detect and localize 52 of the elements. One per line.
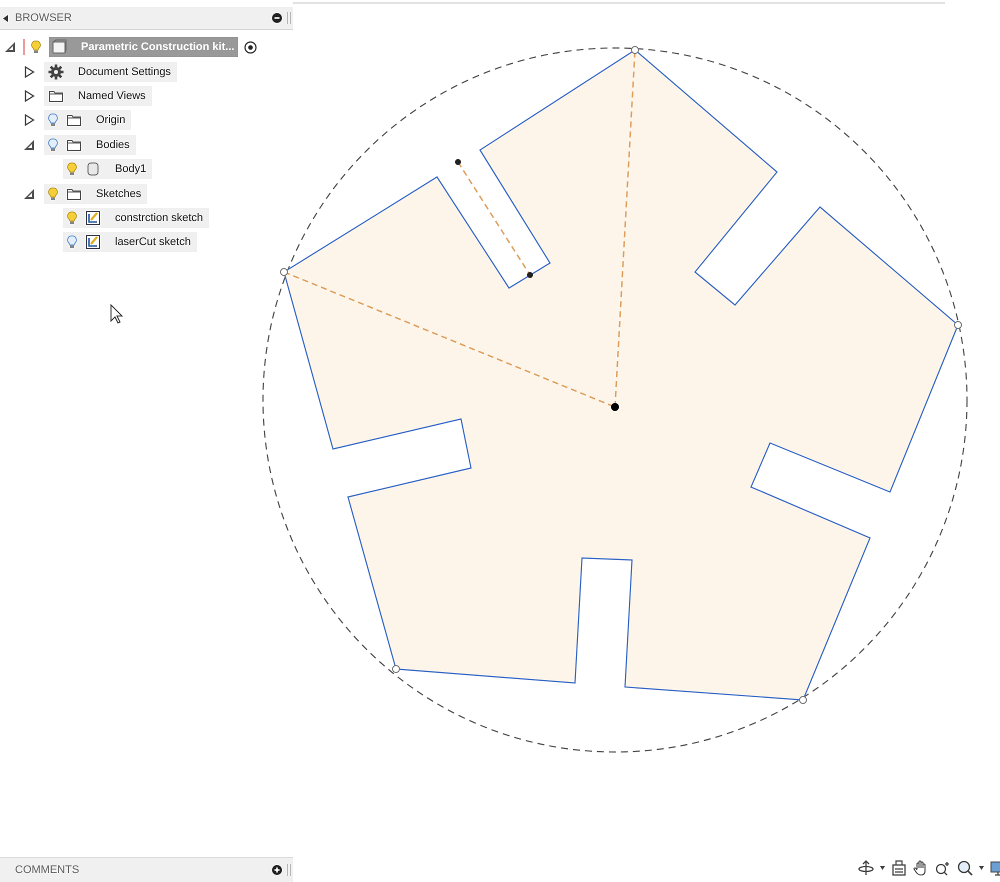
sketch-point xyxy=(527,272,533,278)
folder-icon xyxy=(66,112,82,128)
panel-title: COMMENTS xyxy=(14,864,80,876)
panel-title: BROWSER xyxy=(15,12,73,24)
zoom-window-icon[interactable] xyxy=(957,860,973,876)
sketch-icon xyxy=(85,234,101,250)
collapsed-triangle-icon[interactable] xyxy=(24,66,35,78)
center-point xyxy=(611,403,619,411)
expanded-triangle-icon[interactable] xyxy=(5,41,16,54)
collapsed-triangle-icon[interactable] xyxy=(24,90,35,102)
tree-item[interactable]: Bodies xyxy=(44,134,136,155)
mouse-cursor-icon xyxy=(110,304,124,324)
tree-item[interactable]: Body1 xyxy=(63,159,152,180)
component-icon xyxy=(51,39,67,56)
light-bulb-icon[interactable] xyxy=(48,113,58,128)
light-bulb-icon[interactable] xyxy=(67,235,77,250)
tree-item[interactable]: Origin xyxy=(44,110,132,130)
tree-item[interactable]: Named Views xyxy=(44,86,152,106)
vertex-point xyxy=(954,321,962,329)
tree-item[interactable]: constrction sketch xyxy=(63,208,210,228)
panel-grip[interactable] xyxy=(287,864,291,876)
vertex-point xyxy=(631,46,639,54)
component-marker xyxy=(23,39,25,56)
tree-item[interactable]: Sketches xyxy=(44,184,148,204)
vertex-point xyxy=(392,665,400,673)
collapse-arrow-icon[interactable] xyxy=(3,14,8,22)
light-bulb-icon[interactable] xyxy=(48,186,58,201)
expanded-triangle-icon[interactable] xyxy=(24,188,35,200)
minus-circle-icon[interactable] xyxy=(272,13,282,23)
panel-grip[interactable] xyxy=(287,12,291,24)
look-at-icon[interactable] xyxy=(891,860,907,876)
vertex-point xyxy=(280,268,288,276)
tree-item[interactable]: laserCut sketch xyxy=(63,232,197,252)
sketch-icon xyxy=(85,210,101,226)
vertex-point xyxy=(799,696,807,704)
light-bulb-icon[interactable] xyxy=(67,162,77,176)
tree-item[interactable]: Document Settings xyxy=(44,62,177,82)
display-icon[interactable] xyxy=(990,860,1000,876)
zoom-icon[interactable] xyxy=(935,860,951,876)
body-icon xyxy=(85,161,101,178)
sketch-point xyxy=(455,159,461,165)
gear-icon xyxy=(48,64,64,80)
light-bulb-icon[interactable] xyxy=(31,40,41,54)
expanded-triangle-icon[interactable] xyxy=(24,138,35,151)
caret-icon[interactable] xyxy=(979,866,984,870)
light-bulb-icon[interactable] xyxy=(48,138,58,152)
light-bulb-icon[interactable] xyxy=(67,210,77,225)
orbit-icon[interactable] xyxy=(858,860,874,876)
active-radio-icon[interactable] xyxy=(244,40,258,54)
plus-circle-icon[interactable] xyxy=(272,865,282,875)
caret-icon[interactable] xyxy=(880,866,885,870)
collapsed-triangle-icon[interactable] xyxy=(24,114,35,126)
